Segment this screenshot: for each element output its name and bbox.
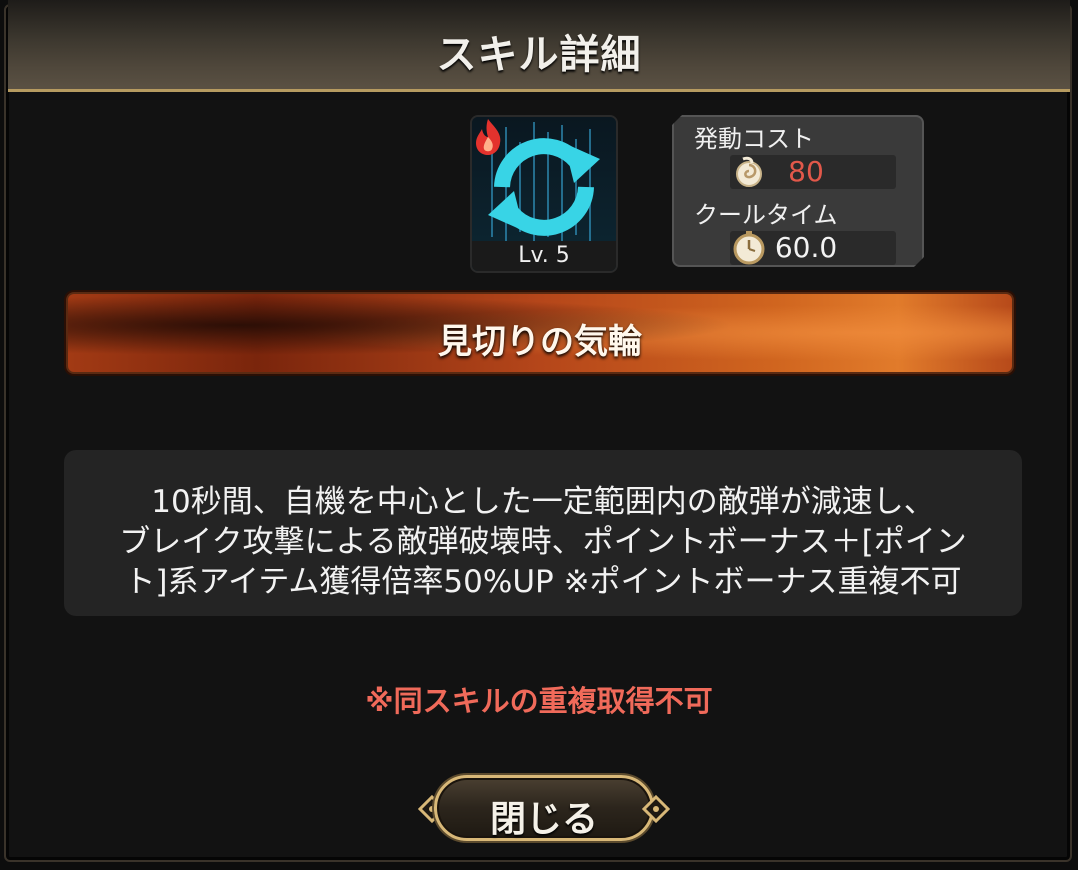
skill-name-banner: 見切りの気輪 [66, 292, 1014, 374]
stats-panel: 発動コスト 80 クールタイム 60.0 [672, 115, 924, 267]
close-button-label: 閉じる [489, 799, 598, 840]
description-line: ト]系アイテム獲得倍率50%UP ※ポイントボーナス重複不可 [124, 564, 962, 600]
cooltime-value: 60.0 [774, 231, 838, 264]
duplicate-warning: ※同スキルの重複取得不可 [365, 684, 713, 718]
cost-value: 80 [788, 155, 824, 188]
skill-icon: Lv. 5 [470, 115, 618, 273]
close-button-wrap: 閉じる [418, 773, 670, 845]
description-line: 10秒間、自機を中心とした一定範囲内の敵弾が減速し、 [151, 484, 935, 520]
cost-label: 発動コスト [694, 125, 814, 153]
dialog-header: スキル詳細 [8, 0, 1070, 92]
close-button[interactable]: 閉じる [434, 775, 654, 841]
diamond-ornament-icon [642, 795, 670, 823]
cooltime-label: クールタイム [694, 201, 838, 229]
skill-description: 10秒間、自機を中心とした一定範囲内の敵弾が減速し、 ブレイク攻撃による敵弾破壊… [64, 450, 1022, 616]
skill-level: Lv. 5 [472, 241, 616, 271]
dialog-title: スキル詳細 [436, 32, 642, 78]
description-line: ブレイク攻撃による敵弾破壊時、ポイントボーナス＋[ポイン [119, 524, 967, 560]
skill-name: 見切りの気輪 [438, 322, 642, 362]
fire-icon [476, 119, 501, 155]
